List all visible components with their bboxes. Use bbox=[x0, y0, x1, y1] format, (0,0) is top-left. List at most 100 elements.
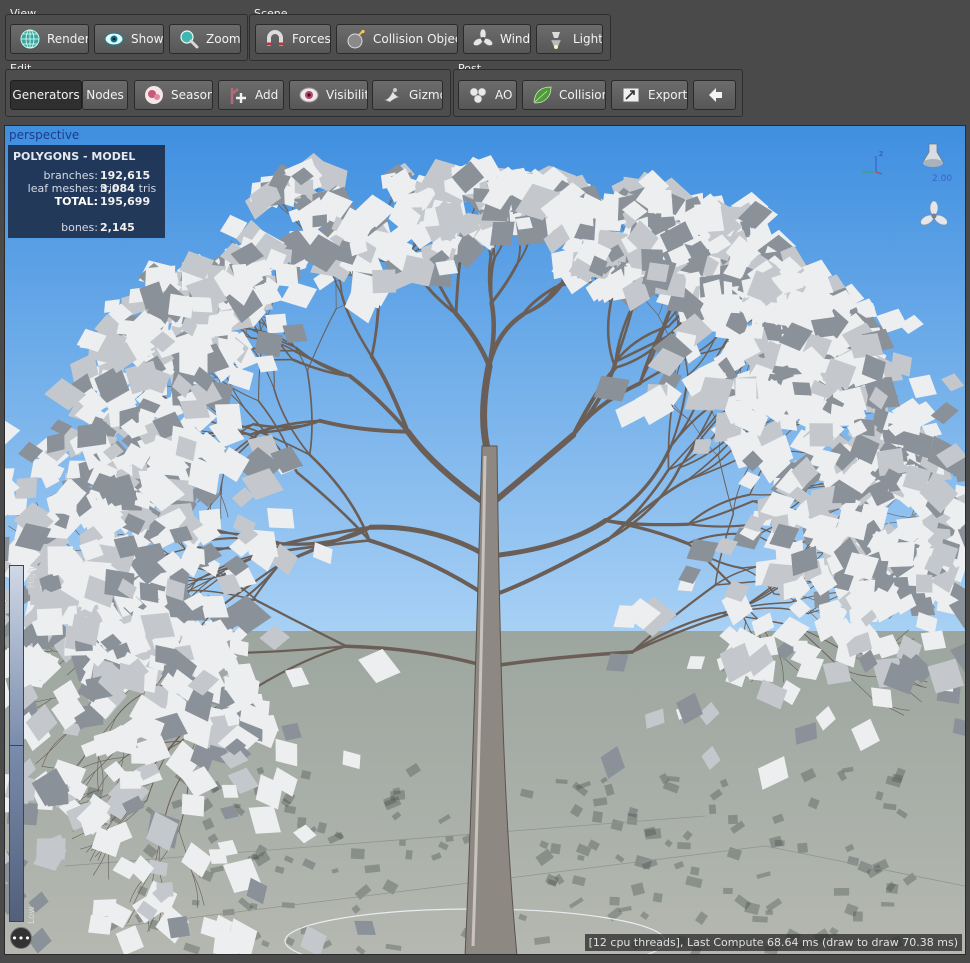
season-button[interactable]: Season bbox=[134, 80, 213, 110]
stats-branches-row: branches: 192,615 tris bbox=[8, 169, 165, 195]
stats-total-value: 195,699 bbox=[100, 195, 151, 208]
leaf-card bbox=[792, 382, 812, 396]
leaf-card bbox=[848, 333, 884, 359]
collision-button[interactable]: Collision bbox=[522, 80, 606, 110]
ao-icon bbox=[469, 87, 487, 104]
leaf-card bbox=[138, 470, 163, 487]
leaf-shadow bbox=[723, 887, 733, 895]
gizmo-button[interactable]: Gizmo bbox=[372, 80, 443, 110]
leaf-card bbox=[221, 784, 239, 798]
forces-button[interactable]: Forces bbox=[255, 24, 331, 54]
magnet-icon bbox=[267, 30, 283, 46]
leaf-shadow bbox=[833, 887, 850, 896]
export-icon bbox=[622, 87, 640, 103]
polygon-stats-panel: POLYGONS - MODEL branches: 192,615 tris … bbox=[8, 145, 165, 238]
leaf-card bbox=[53, 494, 77, 515]
wind-button[interactable]: Wind bbox=[463, 24, 531, 54]
add-icon bbox=[230, 88, 246, 104]
light-widget-value: 2.00 bbox=[932, 174, 953, 184]
leaf-card bbox=[92, 899, 117, 917]
light-button[interactable]: Light bbox=[536, 24, 603, 54]
back-button[interactable] bbox=[693, 80, 736, 110]
stats-leaf-value: 3,084 bbox=[100, 182, 135, 195]
collision-objects-label: Collision Objects bbox=[373, 32, 457, 46]
nodes-label: Nodes bbox=[86, 88, 124, 102]
collision-label: Collision bbox=[559, 88, 606, 102]
leaf-shadow bbox=[677, 842, 691, 850]
leaf-card bbox=[156, 881, 174, 898]
visibility-eye-icon bbox=[299, 87, 319, 103]
stats-leaf-label: leaf meshes: bbox=[27, 182, 98, 195]
export-label: Export bbox=[648, 88, 688, 102]
leaf-card bbox=[354, 920, 376, 935]
fan-icon bbox=[473, 28, 493, 46]
leaf-card bbox=[372, 269, 397, 294]
tree-scene bbox=[5, 126, 965, 954]
collision-objects-button[interactable]: Collision Objects bbox=[336, 24, 458, 54]
gizmo-icon bbox=[384, 88, 400, 103]
compute-status-bar: [12 cpu threads], Last Compute 68.64 ms … bbox=[584, 934, 962, 951]
export-button[interactable]: Export bbox=[611, 80, 688, 110]
scene-group: Forces Collision Objects Wind Light bbox=[249, 14, 611, 61]
leaf-shadow bbox=[609, 896, 620, 906]
leaf-card bbox=[168, 293, 194, 319]
zoom-button[interactable]: Zoom bbox=[169, 24, 241, 54]
leaf-card bbox=[47, 546, 74, 575]
stats-total-label: TOTAL: bbox=[54, 195, 98, 208]
ao-label: AO bbox=[495, 88, 513, 102]
leaf-shadow bbox=[727, 814, 738, 825]
edit-group: Generators Nodes Season Add Visibility G bbox=[5, 69, 451, 117]
leaf-shadow bbox=[592, 810, 603, 823]
leaf-card bbox=[757, 380, 781, 397]
leaf-shadow bbox=[550, 843, 561, 855]
nodes-tab[interactable]: Nodes bbox=[82, 80, 128, 110]
lod-low-slider[interactable] bbox=[9, 745, 24, 922]
leaf-card bbox=[88, 914, 113, 935]
perspective-viewport[interactable]: perspective z POLYGONS - MODEL branches:… bbox=[4, 125, 966, 955]
stats-bones-row: bones: 2,145 bbox=[8, 221, 165, 235]
stats-leaf-row: leaf meshes: 3,084 tris bbox=[8, 182, 165, 196]
leaf-card bbox=[871, 687, 893, 709]
leaf-shadow bbox=[399, 839, 406, 846]
generators-tab[interactable]: Generators bbox=[10, 80, 82, 110]
add-button[interactable]: Add bbox=[218, 80, 284, 110]
leaf-shadow bbox=[405, 849, 413, 860]
render-button[interactable]: Render bbox=[10, 24, 89, 54]
leaf-icon bbox=[533, 86, 552, 104]
season-label: Season bbox=[171, 88, 213, 102]
globe-icon bbox=[20, 29, 40, 49]
visibility-button[interactable]: Visibility bbox=[289, 80, 368, 110]
stats-bones-value: 2,145 bbox=[100, 221, 135, 234]
leaf-card bbox=[208, 849, 228, 864]
light-label: Light bbox=[573, 32, 603, 46]
more-options-button[interactable]: ••• bbox=[10, 927, 32, 949]
leaf-shadow bbox=[853, 911, 863, 922]
visibility-label: Visibility bbox=[326, 88, 367, 102]
leaf-card bbox=[692, 439, 712, 454]
wind-label: Wind bbox=[500, 32, 531, 46]
generators-label: Generators bbox=[12, 88, 80, 102]
leaf-card bbox=[490, 221, 515, 246]
view-group: Render Show Zoom bbox=[5, 14, 248, 61]
axis-z-label: z bbox=[879, 149, 884, 158]
stats-branches-label: branches: bbox=[43, 169, 98, 182]
show-label: Show bbox=[131, 32, 164, 46]
show-button[interactable]: Show bbox=[94, 24, 164, 54]
viewport-mode-label[interactable]: perspective bbox=[9, 128, 79, 142]
leaf-card bbox=[267, 508, 295, 529]
wind-widget-icon[interactable] bbox=[919, 201, 949, 231]
stats-branches-value: 192,615 bbox=[100, 169, 151, 182]
eye-icon bbox=[104, 32, 124, 46]
stats-leaf-unit: tris bbox=[138, 182, 157, 195]
lod-high-slider[interactable] bbox=[9, 565, 24, 747]
leaf-card bbox=[735, 378, 757, 401]
leaf-card bbox=[916, 574, 933, 593]
leaf-card bbox=[646, 189, 673, 214]
slider-high-label: High bbox=[27, 567, 37, 588]
leaf-shadow bbox=[708, 804, 717, 815]
light-widget-icon[interactable] bbox=[918, 142, 948, 174]
lamp-icon bbox=[550, 32, 562, 49]
magnifier-icon bbox=[180, 30, 199, 49]
leaf-shadow bbox=[689, 866, 700, 876]
ao-button[interactable]: AO bbox=[458, 80, 517, 110]
